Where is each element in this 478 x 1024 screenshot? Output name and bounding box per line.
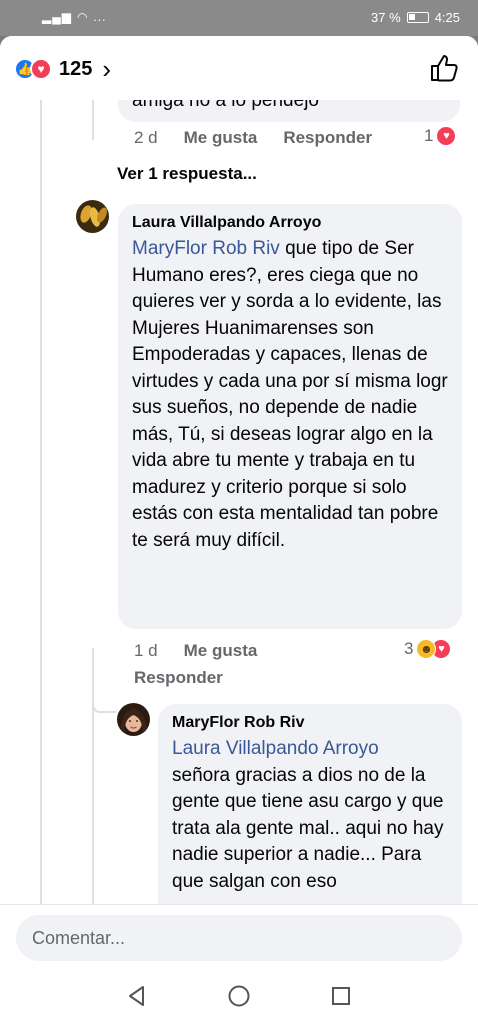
view-replies-link[interactable]: Ver 1 respuesta... — [117, 164, 257, 184]
circle-home-icon[interactable] — [226, 983, 252, 1009]
like-comment-button[interactable]: Me gusta — [184, 128, 258, 148]
comment-actions-previous: 2 d Me gusta Responder — [134, 128, 372, 148]
battery-icon — [406, 12, 429, 23]
clock: 4:25 — [434, 10, 460, 25]
comment-bubble-previous: amiga no a lo pendejo — [118, 100, 460, 122]
signal-icon: ▂▄▆ — [42, 10, 72, 24]
comment-body: señora gracias a dios no de la gente que… — [172, 764, 444, 892]
comments-sheet: 👍 ♥ 125 › amiga no a lo pendejo 2 d Me g… — [0, 36, 478, 1024]
comment-time: 1 d — [134, 641, 158, 660]
mention-link[interactable]: Laura Villalpando Arroyo — [172, 738, 379, 759]
reply-button[interactable]: Responder — [283, 128, 372, 148]
comment-actions-row2: Responder — [134, 668, 223, 688]
comment-input[interactable] — [16, 915, 462, 961]
like-post-button[interactable] — [428, 52, 460, 84]
comment-time: 2 d — [134, 128, 158, 147]
comment-text: Laura Villalpando Arroyo señora gracias a… — [172, 736, 448, 895]
comment-text: amiga no a lo pendejo — [132, 100, 319, 111]
avatar[interactable] — [76, 200, 109, 233]
love-reaction-icon: ♥ — [30, 58, 52, 80]
reaction-count: 1 — [424, 126, 434, 145]
status-bar: ▂▄▆ ◠ ... 37 % 4:25 — [0, 0, 478, 36]
comment-author[interactable]: MaryFlor Rob Riv — [172, 714, 448, 732]
square-recents-icon[interactable] — [328, 983, 354, 1009]
reactions-summary[interactable]: 👍 ♥ 125 › — [14, 56, 111, 82]
system-nav-bar — [0, 970, 478, 1024]
reaction-count: 3 — [404, 639, 414, 658]
comment-author[interactable]: Laura Villalpando Arroyo — [132, 214, 448, 232]
reply-button[interactable]: Responder — [134, 668, 223, 688]
reply-connector — [92, 690, 116, 713]
comment-feed: amiga no a lo pendejo 2 d Me gusta Respo… — [0, 100, 478, 904]
battery-percent: 37 % — [371, 10, 401, 25]
reply-bubble: MaryFlor Rob Riv Laura Villalpando Arroy… — [158, 704, 462, 904]
comment-reactions[interactable]: 1 ♥ — [424, 126, 457, 146]
status-icons-right: 37 % 4:25 — [371, 10, 460, 25]
chevron-right-icon: › — [102, 54, 112, 84]
comment-actions: 1 d Me gusta — [134, 641, 257, 661]
comment-reactions[interactable]: 3 ☻ ♥ — [404, 639, 452, 659]
thread-line — [40, 100, 42, 904]
reaction-count: 125 — [59, 57, 93, 80]
comment-body: que tipo de Ser Humano eres?, eres ciega… — [132, 238, 448, 551]
status-icons-left: ▂▄▆ ◠ ... — [42, 10, 106, 24]
wifi-icon: ◠ — [76, 10, 89, 24]
thread-line — [92, 648, 94, 904]
notification-icons: ... — [93, 10, 107, 24]
triangle-back-icon[interactable] — [124, 983, 150, 1009]
mention-link[interactable]: MaryFlor Rob Riv — [132, 238, 280, 259]
comment-composer — [0, 904, 478, 970]
comment-text: MaryFlor Rob Riv que tipo de Ser Humano … — [132, 236, 448, 554]
comment-bubble: Laura Villalpando Arroyo MaryFlor Rob Ri… — [118, 204, 462, 629]
thread-line — [92, 100, 94, 140]
avatar[interactable] — [117, 703, 150, 736]
like-comment-button[interactable]: Me gusta — [184, 641, 258, 661]
heart-icon: ♥ — [436, 126, 457, 146]
reactions-header: 👍 ♥ 125 › — [0, 36, 478, 100]
